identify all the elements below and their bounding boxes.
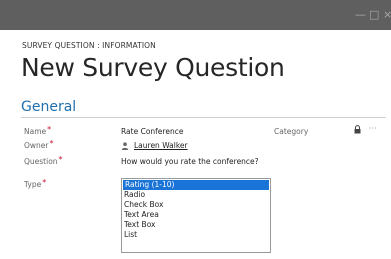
required-marker: * [49, 139, 54, 148]
name-label-text: Name [24, 127, 47, 136]
owner-label: Owner* [24, 139, 54, 150]
close-icon[interactable]: × [383, 9, 391, 21]
category-label: Category [274, 127, 309, 136]
owner-label-text: Owner [24, 141, 49, 150]
type-label: Type* [24, 178, 47, 189]
section-divider [21, 117, 386, 118]
user-icon [121, 142, 129, 150]
owner-link[interactable]: Lauren Walker [134, 141, 188, 150]
type-option[interactable]: Text Area [122, 210, 270, 220]
minimize-icon[interactable]: — [355, 9, 366, 21]
type-listbox[interactable]: Rating (1-10) Radio Check Box Text Area … [121, 178, 271, 253]
question-field[interactable]: How would you rate the conference? [121, 157, 259, 166]
more-options-icon[interactable]: ··· [369, 124, 377, 133]
section-title-general: General [21, 99, 77, 115]
type-option[interactable]: Text Box [122, 220, 270, 230]
name-field[interactable]: Rate Conference [121, 127, 183, 136]
page-title: New Survey Question [21, 53, 285, 82]
type-option[interactable]: Check Box [122, 200, 270, 210]
breadcrumb: SURVEY QUESTION : INFORMATION [22, 41, 156, 50]
window-titlebar: — □ × [0, 0, 391, 30]
required-marker: * [47, 125, 52, 134]
name-label: Name* [24, 125, 52, 136]
maximize-icon[interactable]: □ [369, 9, 379, 21]
question-label: Question* [24, 155, 63, 166]
question-label-text: Question [24, 157, 58, 166]
lock-icon [354, 125, 361, 134]
type-option[interactable]: List [122, 230, 270, 240]
required-marker: * [42, 178, 47, 187]
owner-field[interactable]: Lauren Walker [121, 141, 188, 150]
type-label-text: Type [24, 180, 42, 189]
type-option[interactable]: Radio [122, 190, 270, 200]
type-option[interactable]: Rating (1-10) [123, 180, 269, 190]
required-marker: * [58, 155, 63, 164]
